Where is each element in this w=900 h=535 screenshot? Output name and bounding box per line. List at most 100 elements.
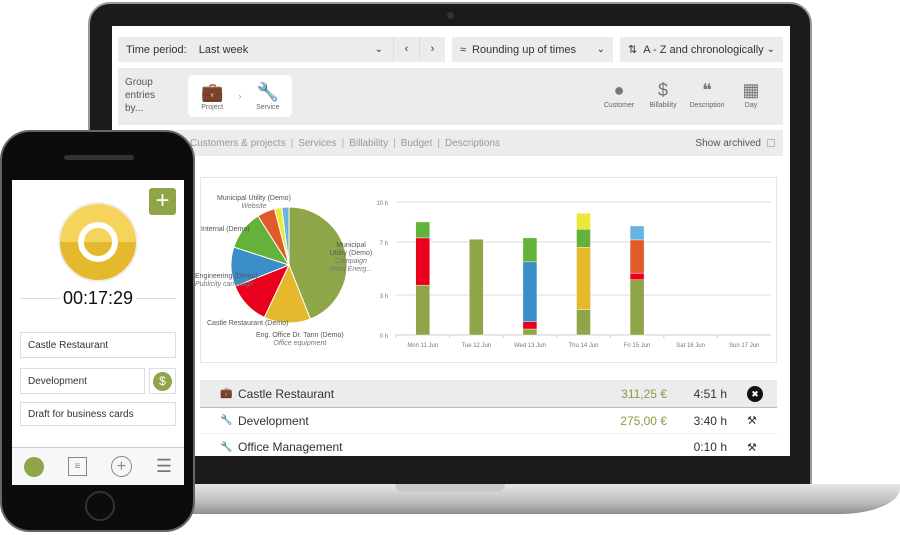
laptop-notch bbox=[395, 484, 505, 492]
timer-display: 00:17:29 bbox=[62, 288, 134, 308]
bar-segment[interactable] bbox=[522, 328, 538, 336]
timer-button[interactable] bbox=[58, 202, 138, 282]
x-tick-label: Sat 16 Jun bbox=[676, 343, 705, 349]
bar-segment[interactable] bbox=[629, 272, 645, 281]
row-hours: 4:51 h bbox=[693, 386, 727, 401]
group-customer[interactable]: ● Customer bbox=[597, 80, 641, 109]
bar-segment[interactable] bbox=[415, 237, 430, 286]
x-tick-label: Tue 12 Jun bbox=[461, 343, 491, 349]
report-screen: Time period: Last week ⌄ ‹ › ≈ Rounding … bbox=[112, 26, 790, 456]
nav-add-icon[interactable]: + bbox=[110, 456, 132, 477]
x-tick-label: Fri 15 Jun bbox=[624, 343, 651, 349]
group-label: Service bbox=[256, 103, 280, 111]
bar-segment[interactable] bbox=[629, 239, 645, 274]
row-hours: 3:40 h bbox=[693, 413, 727, 428]
next-period-button[interactable]: › bbox=[419, 37, 445, 62]
sort-icon: ⇅ bbox=[628, 44, 638, 56]
table-row[interactable]: 🔧 Development 275,00 € 3:40 h ⚒ bbox=[200, 408, 777, 434]
description-field[interactable]: Draft for business cards bbox=[20, 402, 176, 426]
group-label: Description bbox=[689, 102, 725, 109]
wrench-icon: 🔧 bbox=[220, 415, 233, 426]
tools-icon[interactable]: ⚒ bbox=[747, 441, 763, 454]
stopwatch-icon bbox=[78, 222, 118, 262]
tab-budget[interactable]: Budget bbox=[401, 138, 433, 149]
nav-menu-icon[interactable]: ☰ bbox=[156, 456, 172, 477]
group-label: Project bbox=[201, 103, 224, 111]
wrench-icon: 🔧 bbox=[256, 81, 280, 102]
bar-segment[interactable] bbox=[629, 279, 645, 336]
camera bbox=[447, 12, 454, 19]
rounding-select[interactable]: ≈ Rounding up of times ⌄ bbox=[452, 37, 613, 62]
bar-segment[interactable] bbox=[576, 247, 591, 310]
group-billability[interactable]: $ Billability bbox=[641, 80, 685, 109]
grouping-panel: Group entries by... 💼 Project › 🔧 Service … bbox=[118, 68, 783, 125]
tools-icon[interactable]: ⚒ bbox=[747, 414, 763, 427]
tools-icon[interactable]: ✖ bbox=[747, 385, 763, 402]
bar-segment[interactable] bbox=[522, 261, 538, 322]
y-tick-label: 3 h bbox=[380, 294, 388, 300]
grouping-label: Group entries by... bbox=[125, 77, 156, 114]
bar-segment[interactable] bbox=[629, 225, 645, 241]
quote-icon: ❝ bbox=[702, 80, 712, 100]
person-icon: ● bbox=[613, 80, 625, 100]
phone-screen: + 00:17:29 Castle Restaurant Development… bbox=[12, 180, 184, 485]
table-row[interactable]: 💼 Castle Restaurant 311,25 € 4:51 h ✖ bbox=[200, 380, 777, 408]
approx-icon: ≈ bbox=[460, 43, 467, 56]
bar-segment[interactable] bbox=[576, 213, 591, 230]
bar-segment[interactable] bbox=[469, 239, 484, 336]
row-hours: 0:10 h bbox=[693, 440, 727, 454]
row-name: Castle Restaurant bbox=[238, 386, 335, 401]
nav-list-icon[interactable]: ≡ bbox=[67, 457, 87, 476]
tab-services[interactable]: Services bbox=[298, 138, 336, 149]
bar-segment[interactable] bbox=[576, 309, 591, 336]
show-archived-checkbox[interactable] bbox=[767, 139, 775, 147]
show-archived-label: Show archived bbox=[695, 137, 761, 149]
sort-value: A - Z and chronologically bbox=[643, 43, 764, 56]
tab-descriptions[interactable]: Descriptions bbox=[445, 138, 500, 149]
group-project[interactable]: 💼 Project bbox=[190, 82, 234, 111]
chevron-down-icon: ⌄ bbox=[596, 44, 605, 55]
rounding-value: Rounding up of times bbox=[472, 43, 576, 56]
bar-segment[interactable] bbox=[522, 237, 538, 263]
customer-field[interactable]: Castle Restaurant bbox=[20, 332, 176, 358]
arrow-icon: › bbox=[238, 91, 242, 101]
pie-label: Engineering (Demo) Publicity campaign bbox=[195, 273, 258, 288]
calendar-icon: ▦ bbox=[742, 80, 760, 100]
available-groupings: ● Customer $ Billability ❝ Description ▦ Day bbox=[597, 80, 773, 109]
group-description[interactable]: ❝ Description bbox=[685, 80, 729, 109]
billable-toggle[interactable]: $ bbox=[149, 368, 176, 394]
selected-groupings: 💼 Project › 🔧 Service bbox=[188, 75, 292, 117]
time-period-select[interactable]: Time period: Last week ⌄ ‹ › bbox=[118, 37, 445, 62]
chevron-down-icon: ⌄ bbox=[374, 44, 383, 55]
chevron-down-icon: ⌄ bbox=[766, 44, 775, 55]
nav-timer-icon[interactable] bbox=[23, 456, 44, 477]
add-button[interactable]: + bbox=[149, 188, 176, 215]
report-tabs: Customers & projects | Services | Billabil… bbox=[118, 130, 783, 156]
x-tick-label: Thu 14 Jun bbox=[568, 343, 598, 349]
row-name: Office Management bbox=[238, 440, 343, 454]
x-tick-label: Wed 13 Jun bbox=[514, 343, 546, 349]
service-field[interactable]: Development bbox=[20, 368, 145, 394]
bar-segment[interactable] bbox=[522, 321, 538, 330]
x-tick-label: Sun 17 Jun bbox=[729, 343, 759, 349]
prev-period-button[interactable]: ‹ bbox=[393, 37, 419, 62]
tab-customers-projects[interactable]: Customers & projects bbox=[190, 138, 286, 149]
y-tick-label: 7 h bbox=[380, 241, 388, 247]
y-tick-label: 0 h bbox=[380, 334, 388, 340]
pie-label: Internal (Demo) bbox=[201, 226, 250, 233]
home-button[interactable] bbox=[85, 491, 115, 521]
divider bbox=[136, 298, 176, 299]
chart-panel: Municipal Utility (Demo) Website Internal… bbox=[195, 177, 777, 363]
row-name: Development bbox=[238, 413, 309, 428]
bar-segment[interactable] bbox=[415, 284, 430, 336]
sort-select[interactable]: ⇅ A - Z and chronologically ⌄ bbox=[620, 37, 783, 62]
group-service[interactable]: 🔧 Service bbox=[246, 82, 290, 111]
bar-segment[interactable] bbox=[415, 221, 430, 239]
group-day[interactable]: ▦ Day bbox=[729, 80, 773, 109]
bar-segment[interactable] bbox=[576, 229, 591, 248]
table-row[interactable]: 🔧 Office Management 0:10 h ⚒ bbox=[200, 434, 777, 456]
time-period-value: Last week bbox=[198, 43, 249, 56]
wrench-icon: 🔧 bbox=[220, 441, 233, 453]
tab-billability[interactable]: Billability bbox=[349, 138, 388, 149]
report-table: 💼 Castle Restaurant 311,25 € 4:51 h ✖ 🔧 … bbox=[200, 380, 777, 456]
